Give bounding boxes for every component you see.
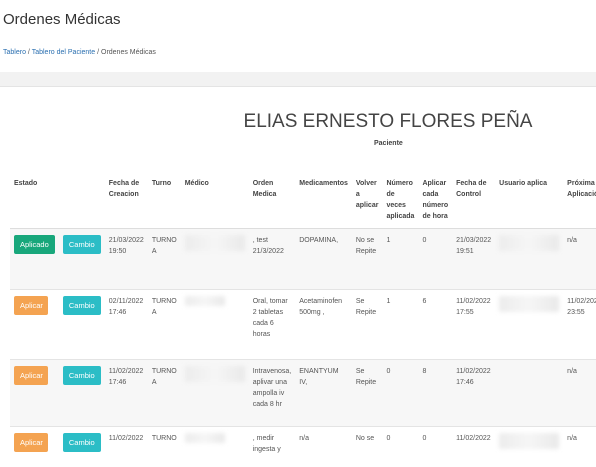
usuario-aplica-cell [495, 359, 564, 427]
header-proxima-aplicacion: Próxima Aplicación [563, 172, 596, 229]
redacted-doctor [184, 366, 245, 382]
change-button[interactable]: Cambio [62, 433, 101, 452]
breadcrumb-separator: / [27, 49, 30, 56]
proxima-aplicacion-cell: 11/02/2022 23:55 [563, 289, 596, 360]
aplicar-cada-cell: 0 [418, 228, 453, 290]
medicamentos-cell: DOPAMINA, [295, 228, 352, 290]
redacted-user [499, 433, 560, 449]
redacted-doctor [184, 296, 225, 306]
veces-aplicada-cell: 1 [382, 228, 419, 290]
status-apply-button[interactable]: Aplicar [14, 366, 48, 385]
volver-aplicar-cell: No se [351, 426, 383, 467]
status-applied-button[interactable]: Aplicado [14, 235, 55, 254]
medico-cell [180, 426, 249, 467]
fecha-creacion-cell: 02/11/2022 17:46 [104, 289, 148, 360]
header-fecha-control: Fecha de Control [452, 172, 496, 229]
page-title: Ordenes Médicas [3, 11, 121, 28]
redacted-user [499, 235, 560, 251]
orden-medica-cell: Intravenosa, aplivar una ampolla iv cada… [248, 359, 296, 427]
section-separator [0, 72, 596, 86]
header-orden-medica: Orden Medica [248, 172, 296, 229]
redacted-doctor [184, 433, 225, 443]
header-medicamentos: Medicamentos [295, 172, 352, 229]
header-turno: Turno [147, 172, 181, 229]
orden-medica-cell: , medir ingesta y [248, 426, 296, 467]
usuario-aplica-cell [495, 228, 564, 290]
aplicar-cada-cell: 0 [418, 426, 453, 467]
fecha-control-cell: 11/02/2022 17:55 [452, 289, 496, 360]
medico-cell [180, 289, 249, 360]
fecha-control-cell: 11/02/2022 17:46 [452, 359, 496, 427]
header-estado: Estado [10, 172, 59, 229]
medicamentos-cell: n/a [295, 426, 352, 467]
medicamentos-cell: ENANTYUM IV, [295, 359, 352, 427]
fecha-control-cell: 21/03/2022 19:51 [452, 228, 496, 290]
fecha-creacion-cell: 11/02/2022 [104, 426, 148, 467]
header-actions [58, 172, 105, 229]
header-fecha-creacion: Fecha de Creacion [104, 172, 148, 229]
veces-aplicada-cell: 1 [382, 289, 419, 360]
usuario-aplica-cell [495, 289, 564, 360]
breadcrumb-separator: / [97, 49, 100, 56]
orden-medica-cell: , test 21/3/2022 [248, 228, 296, 290]
change-button[interactable]: Cambio [62, 366, 101, 385]
orders-table: Estado Fecha de Creacion Turno Médico Or… [10, 172, 596, 467]
medico-cell [180, 228, 249, 290]
fecha-creacion-cell: 21/03/2022 19:50 [104, 228, 148, 290]
patient-name: ELIAS ERNESTO FLORES PEÑA [243, 111, 533, 132]
header-usuario-aplica: Usuario aplica [495, 172, 564, 229]
breadcrumb: Tablero / Tablero del Paciente / Ordenes… [3, 49, 156, 56]
veces-aplicada-cell: 0 [382, 359, 419, 427]
breadcrumb-current: Ordenes Médicas [101, 49, 156, 56]
change-button[interactable]: Cambio [62, 235, 101, 254]
usuario-aplica-cell [495, 426, 564, 467]
aplicar-cada-cell: 8 [418, 359, 453, 427]
header-volver-aplicar: Volver a aplicar [351, 172, 383, 229]
turno-cell: TURNO A [147, 359, 181, 427]
turno-cell: TURNO A [147, 289, 181, 360]
table-row: Aplicar Cambio 11/02/2022 17:46 TURNO A … [10, 359, 596, 427]
header-aplicar-cada: Aplicar cada número de hora [418, 172, 453, 229]
turno-cell: TURNO A [147, 228, 181, 290]
turno-cell: TURNO [147, 426, 181, 467]
redacted-user [499, 296, 560, 312]
redacted-doctor [184, 235, 245, 251]
medico-cell [180, 359, 249, 427]
breadcrumb-home-link[interactable]: Tablero [3, 49, 26, 56]
fecha-creacion-cell: 11/02/2022 17:46 [104, 359, 148, 427]
orden-medica-cell: Oral, tomar 2 tabletas cada 6 horas [248, 289, 296, 360]
table-row: Aplicar Cambio 02/11/2022 17:46 TURNO A … [10, 289, 596, 360]
proxima-aplicacion-cell: n/a [563, 359, 596, 427]
table-row: Aplicado Cambio 21/03/2022 19:50 TURNO A… [10, 228, 596, 290]
volver-aplicar-cell: Se Repite [351, 289, 383, 360]
proxima-aplicacion-cell: n/a [563, 228, 596, 290]
volver-aplicar-cell: Se Repite [351, 359, 383, 427]
header-veces-aplicada: Número de veces aplicada [382, 172, 419, 229]
medicamentos-cell: Acetaminofen 500mg , [295, 289, 352, 360]
status-apply-button[interactable]: Aplicar [14, 296, 48, 315]
fecha-control-cell: 11/02/2022 [452, 426, 496, 467]
breadcrumb-patient-board-link[interactable]: Tablero del Paciente [32, 49, 95, 56]
change-button[interactable]: Cambio [62, 296, 101, 315]
aplicar-cada-cell: 6 [418, 289, 453, 360]
volver-aplicar-cell: No se Repite [351, 228, 383, 290]
table-row: Aplicar Cambio 11/02/2022 TURNO , medir … [10, 426, 596, 467]
table-header-row: Estado Fecha de Creacion Turno Médico Or… [10, 172, 596, 229]
header-medico: Médico [180, 172, 249, 229]
veces-aplicada-cell: 0 [382, 426, 419, 467]
patient-label: Paciente [374, 140, 403, 147]
proxima-aplicacion-cell: n/a [563, 426, 596, 467]
status-apply-button[interactable]: Aplicar [14, 433, 48, 452]
